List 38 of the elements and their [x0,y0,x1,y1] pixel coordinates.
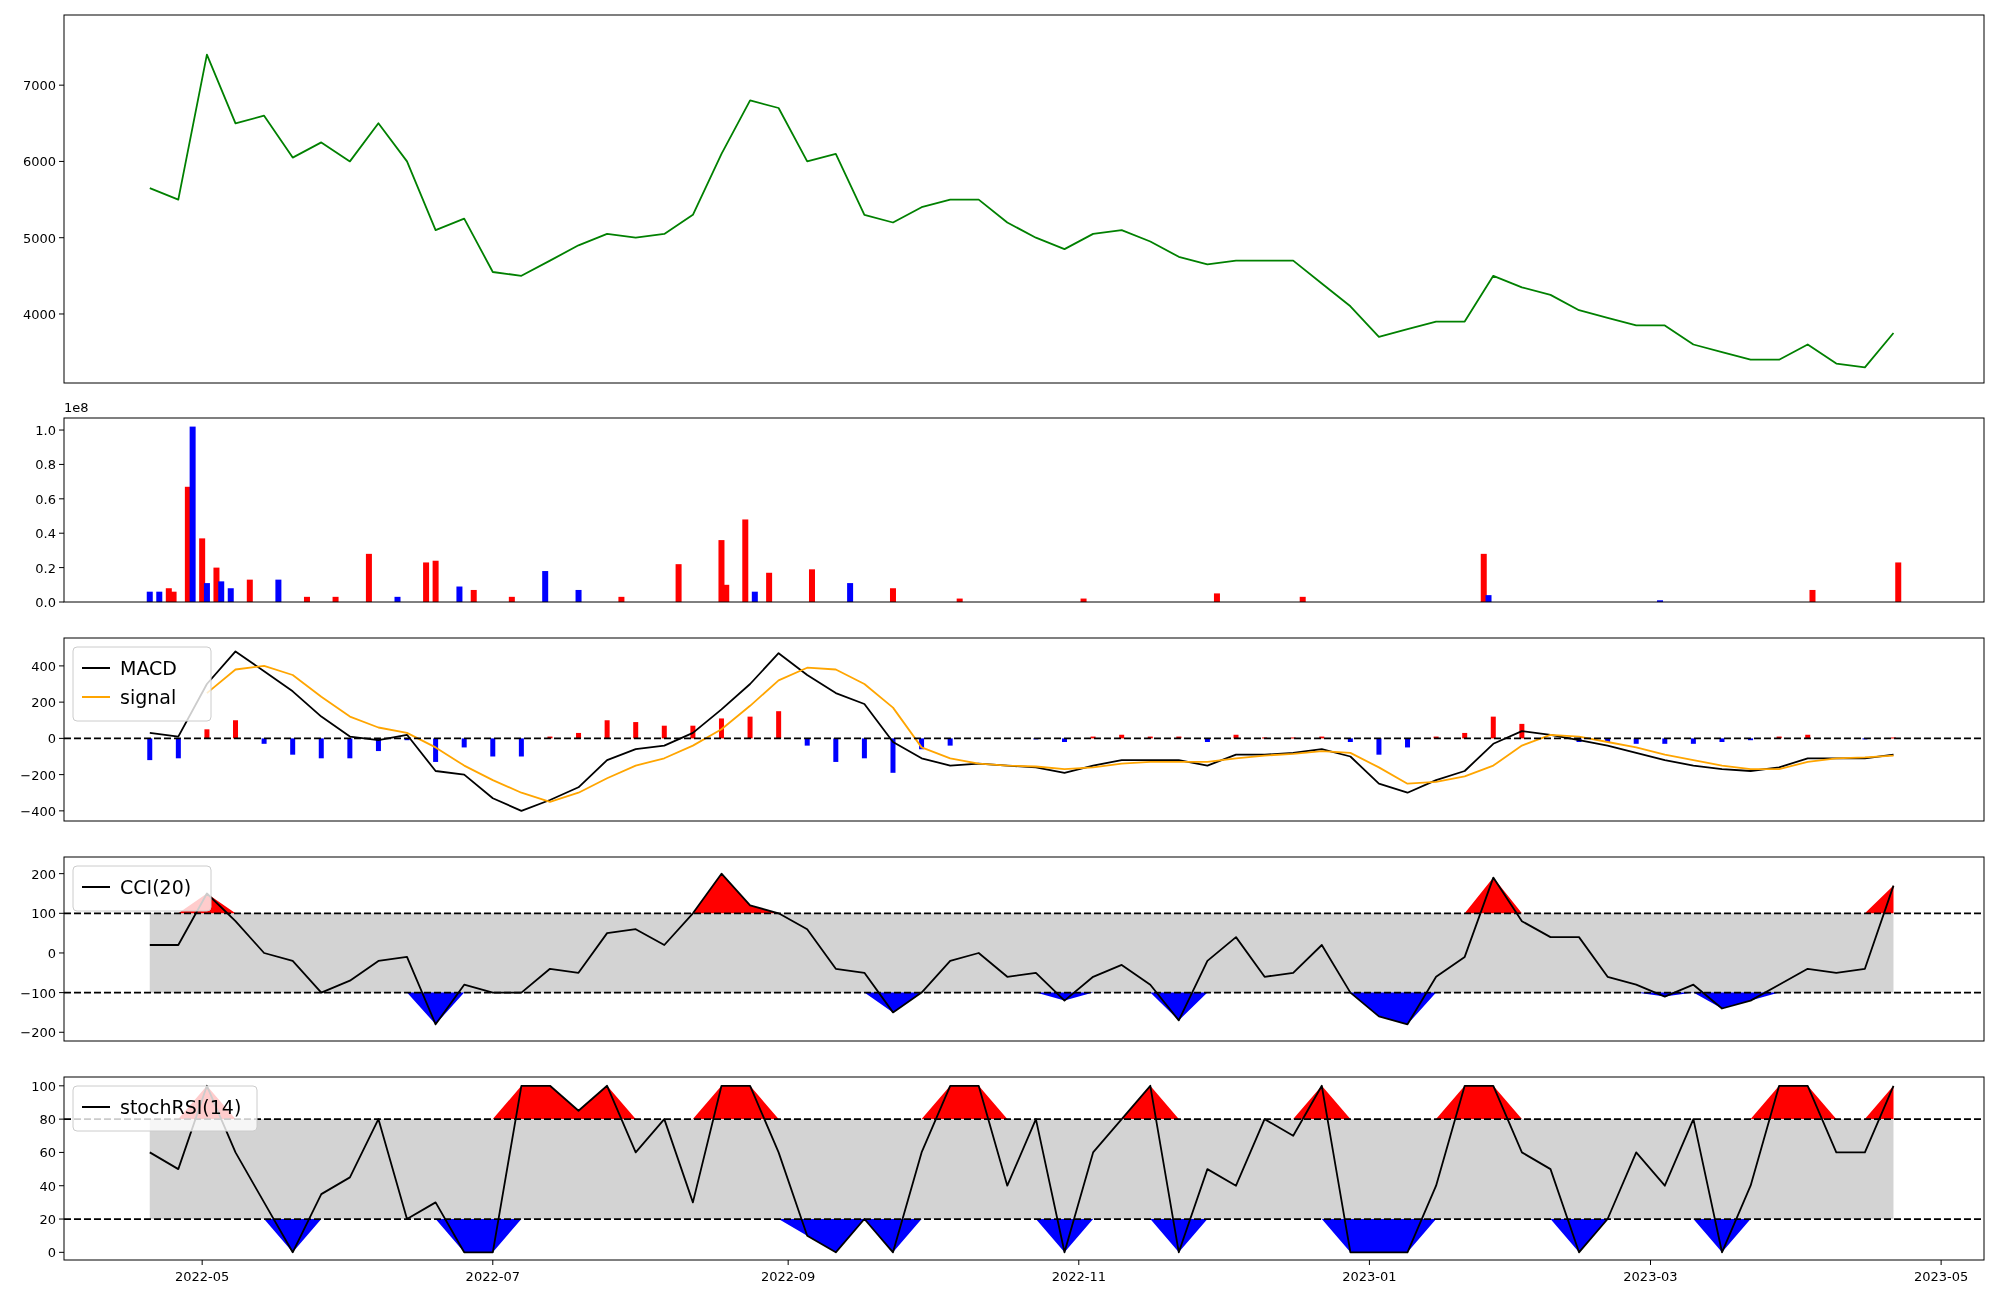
x-tick-label: 2022-09 [761,1269,816,1284]
y-tick-label: 400 [31,658,56,674]
axis-scale-label: 1e8 [64,400,89,415]
y-tick-label: 1.0 [35,423,56,439]
y-tick-label: 0.0 [35,595,56,610]
y-tick-label: 0 [47,945,56,961]
y-tick-label: 0.6 [35,491,56,507]
y-tick-label: 0 [47,731,56,747]
y-tick-label: 0.2 [35,560,56,576]
y-tick-label: 40 [39,1178,56,1194]
y-tick-label: 6000 [22,154,56,170]
legend-label: stochRSI(14) [120,1096,242,1118]
y-tick-label: 0 [47,1245,56,1261]
y-tick-label: 4000 [22,307,56,322]
y-tick-label: 7000 [22,78,56,94]
x-tick-label: 2023-05 [1913,1269,1969,1284]
legend-label: CCI(20) [120,876,192,898]
legend-label: MACD [120,657,177,679]
y-tick-label: 100 [31,1078,56,1094]
legend-label: signal [120,686,177,708]
y-tick-label: 200 [31,866,56,882]
y-tick-label: −200 [20,767,56,783]
y-tick-label: −100 [20,985,56,1001]
y-tick-label: −200 [20,1025,56,1041]
y-tick-label: 200 [31,695,56,711]
x-tick-label: 2023-01 [1342,1269,1397,1284]
y-tick-label: 60 [39,1145,56,1161]
y-tick-label: 5000 [22,230,56,246]
y-tick-label: 20 [39,1212,56,1228]
x-tick-label: 2023-03 [1623,1269,1678,1284]
y-tick-label: 80 [39,1112,56,1128]
y-tick-label: 0.8 [35,457,56,473]
x-tick-label: 2022-05 [175,1269,230,1284]
x-tick-label: 2022-07 [465,1269,520,1284]
y-tick-label: 0.4 [35,526,56,542]
y-tick-label: 100 [31,906,56,922]
x-tick-label: 2022-11 [1051,1269,1106,1284]
y-tick-label: −400 [20,803,56,819]
